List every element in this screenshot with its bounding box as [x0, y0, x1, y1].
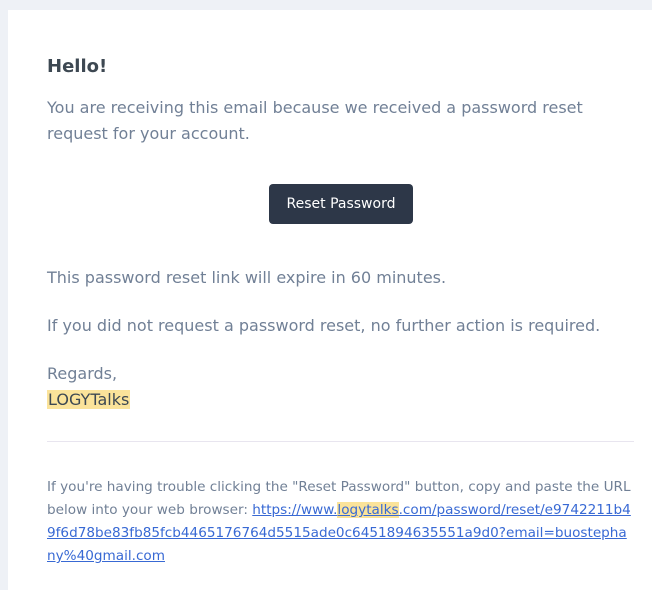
subcopy: If you're having trouble clicking the "R… [47, 476, 635, 568]
intro-paragraph: You are receiving this email because we … [47, 98, 583, 143]
top-background-strip [0, 0, 652, 10]
regards-text: Regards, [47, 364, 118, 383]
expiry-notice: This password reset link will expire in … [47, 268, 447, 287]
sign-off: Regards, LOGYTalks [47, 361, 131, 413]
url-highlight: logytalks [337, 502, 399, 518]
reset-password-button[interactable]: Reset Password [269, 184, 413, 224]
greeting-heading: Hello! [47, 56, 108, 77]
left-background-edge [0, 10, 8, 590]
divider [47, 441, 634, 442]
no-action-notice: If you did not request a password reset,… [47, 316, 601, 335]
email-body-card: Hello! You are receiving this email beca… [8, 10, 652, 590]
email-page: Hello! You are receiving this email beca… [0, 0, 652, 590]
brand-name: LOGYTalks [47, 390, 131, 409]
url-prefix: https://www. [252, 502, 338, 518]
